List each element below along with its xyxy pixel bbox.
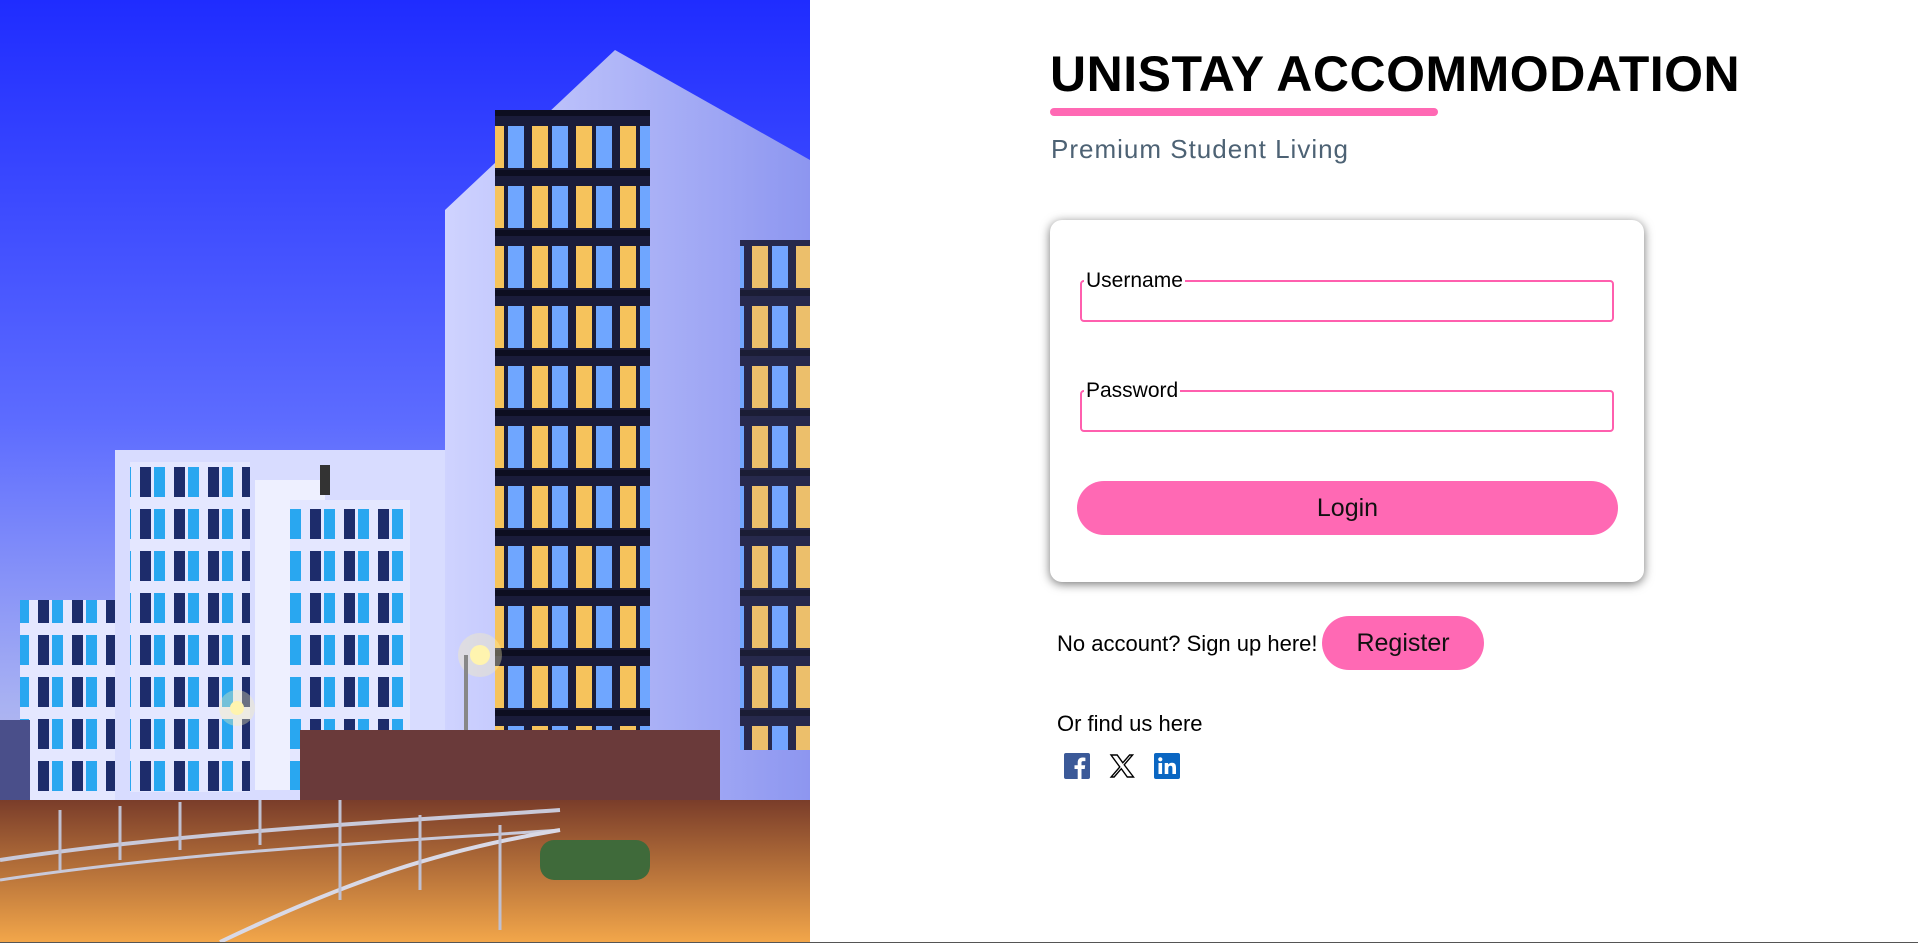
username-label: Username — [1086, 269, 1183, 292]
login-card: Username Password Login — [1050, 220, 1644, 582]
social-heading: Or find us here — [1057, 711, 1203, 736]
signup-prompt: No account? Sign up here! — [1057, 631, 1318, 656]
x-icon — [1109, 754, 1135, 778]
bottom-border — [0, 942, 1918, 943]
tagline: Premium Student Living — [1051, 134, 1350, 164]
title-underline — [1050, 108, 1438, 116]
login-button[interactable]: Login — [1077, 481, 1618, 535]
password-input[interactable] — [1086, 409, 1608, 426]
x-link[interactable] — [1109, 753, 1135, 779]
username-input[interactable] — [1086, 299, 1608, 316]
password-label: Password — [1086, 379, 1179, 402]
register-button[interactable]: Register — [1322, 616, 1484, 670]
hero-image — [0, 0, 810, 942]
linkedin-link[interactable] — [1154, 753, 1180, 779]
facebook-icon — [1064, 753, 1090, 779]
username-field[interactable]: Username — [1080, 270, 1614, 322]
password-field[interactable]: Password — [1080, 380, 1614, 432]
page-title: UNISTAY ACCOMMODATION — [1050, 46, 1741, 102]
linkedin-icon — [1154, 753, 1180, 779]
facebook-link[interactable] — [1064, 753, 1090, 779]
